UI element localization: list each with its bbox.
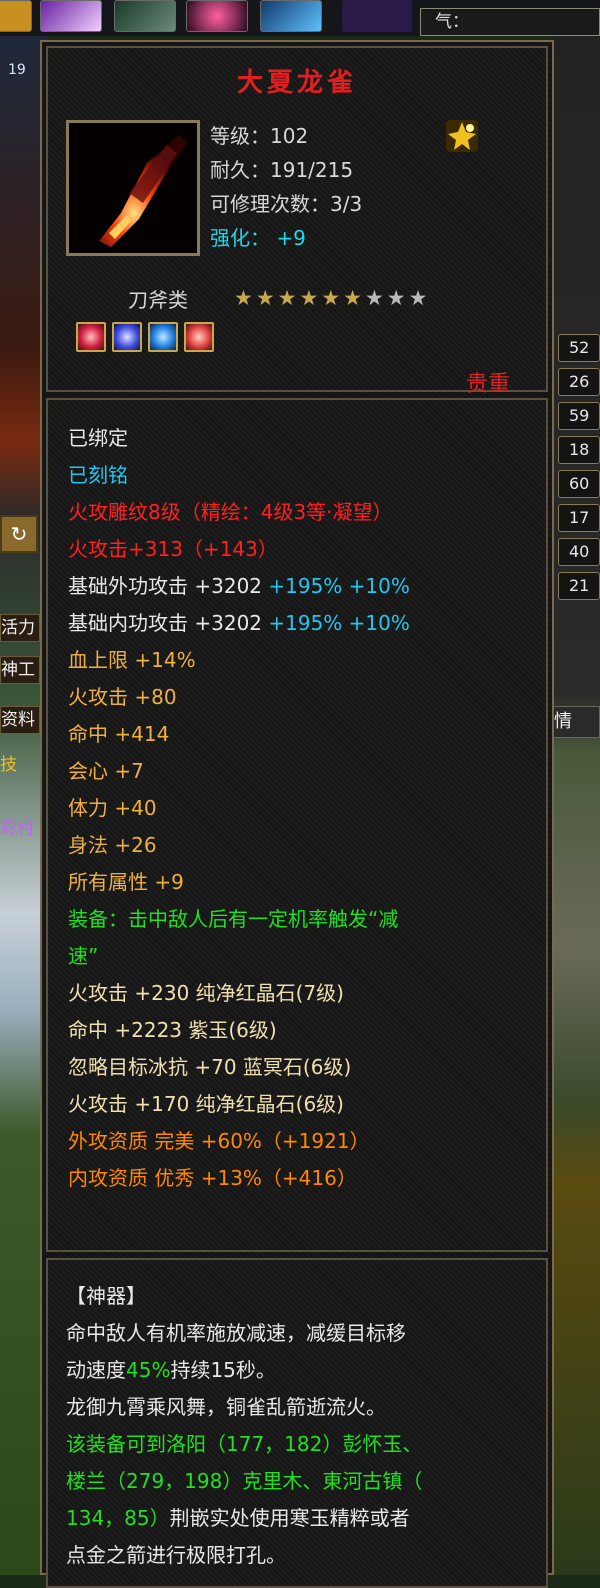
star-filled-icon: ★	[299, 286, 319, 310]
star-filled-icon: ★	[234, 286, 253, 310]
gem-attr-2: 命中 +2223 紫玉(6级)	[68, 1018, 277, 1042]
attr-fire: 火攻击 +80	[68, 685, 177, 709]
side-tab-vitality[interactable]: 活力	[0, 614, 40, 642]
side-stat-value: 59	[558, 402, 600, 430]
background-scene-right	[552, 0, 600, 1575]
artifact-header: 【神器】	[66, 1284, 146, 1308]
tooltip-header-panel: 大夏龙雀 等级：102 耐久：191/215 可修理次数：3/3 强化： +9 …	[46, 46, 548, 397]
skill-slot-icon[interactable]	[40, 0, 102, 32]
artifact-poem: 龙御九霄乘风舞，铜雀乱箭逝流火。	[66, 1395, 386, 1419]
base-inner-attack: 基础内功攻击 +3202 +195% +10%	[68, 607, 410, 636]
red-gem-icon[interactable]	[76, 322, 106, 352]
attr-stamina: 体力 +40	[68, 796, 157, 820]
gem-attr-4: 火攻击 +170 纯净红晶石(6级)	[68, 1092, 344, 1116]
item-name: 大夏龙雀	[236, 68, 357, 98]
star-rating: ★ ★ ★ ★ ★ ★ ★ ★ ★	[234, 286, 428, 310]
attr-all: 所有属性 +9	[68, 870, 184, 894]
fire-attack-main: 火攻击+313（+143）	[68, 537, 278, 561]
artifact-location-coords: 134，85）	[66, 1506, 170, 1530]
side-stat-value: 26	[558, 368, 600, 396]
side-stat-value: 18	[558, 436, 600, 464]
gem-sockets	[76, 322, 214, 352]
skill-slot-icon[interactable]	[0, 0, 32, 32]
side-stat-value: 60	[558, 470, 600, 498]
item-durability: 耐久：191/215	[210, 158, 354, 182]
blade-icon	[69, 123, 197, 253]
item-repair-count: 可修理次数：3/3	[210, 192, 363, 216]
artifact-location-3: 134，85）荆嵌实处使用寒玉精粹或者	[66, 1500, 528, 1537]
quality-outer: 外攻资质 完美 +60%（+1921）	[68, 1129, 370, 1153]
tooltip-attributes-panel: 已绑定 已刻铭 火攻雕纹8级（精绘：4级3等·凝望） 火攻击+313（+143）…	[46, 398, 548, 1252]
red-gem-icon[interactable]	[184, 322, 214, 352]
attr-crit: 会心 +7	[68, 759, 144, 783]
artifact-effect-cont: 动速度45%持续15秒。	[66, 1352, 528, 1389]
blue-gem-icon[interactable]	[112, 322, 142, 352]
engraved-status: 已刻铭	[68, 463, 128, 487]
star-empty-icon: ★	[364, 286, 384, 310]
star-empty-icon: ★	[386, 286, 406, 310]
quality-inner: 内攻资质 优秀 +13%（+416）	[68, 1166, 357, 1190]
enhance-label: 强化：	[210, 226, 270, 250]
skill-slot-icon[interactable]	[186, 0, 248, 32]
star-filled-icon: ★	[277, 286, 297, 310]
star-filled-icon: ★	[255, 286, 275, 310]
artifact-location-instruction: 荆嵌实处使用寒玉精粹或者	[169, 1506, 410, 1530]
artifact-text: 【神器】 命中敌人有机率施放减速，减缓目标移 动速度45%持续15秒。 龙御九霄…	[66, 1278, 528, 1574]
blue-gem-icon[interactable]	[148, 322, 178, 352]
carving-attr: 火攻雕纹8级（精绘：4级3等·凝望）	[68, 500, 393, 524]
bound-status: 已绑定	[68, 426, 128, 450]
item-enhance: 强化： +9	[210, 222, 306, 251]
attr-agility: 身法 +26	[68, 833, 157, 857]
side-tab-info[interactable]: 情	[553, 706, 600, 738]
artifact-location-4: 点金之箭进行极限打孔。	[66, 1543, 286, 1567]
base-outer-pct: +195% +10%	[268, 574, 410, 598]
skill-slot-icon[interactable]	[342, 0, 412, 32]
refresh-button[interactable]: ↻	[0, 515, 38, 553]
item-level: 等级：102	[210, 124, 309, 148]
skill-slot-icon[interactable]	[260, 0, 322, 32]
gem-attr-3: 忽略目标冰抗 +70 蓝冥石(6级)	[68, 1055, 352, 1079]
side-tab-craft[interactable]: 神工	[0, 656, 40, 684]
side-stat-value: 40	[558, 538, 600, 566]
artifact-effect-text: 动速度	[66, 1358, 126, 1382]
side-tab-profile[interactable]: 资料	[0, 706, 40, 734]
base-outer-attack: 基础外功攻击 +3202 +195% +10%	[68, 570, 410, 599]
attr-hp: 血上限 +14%	[68, 648, 196, 672]
map-label: 彩村	[0, 819, 34, 839]
item-icon[interactable]	[66, 120, 200, 256]
enhance-value: +9	[276, 226, 306, 250]
artifact-location-2: 楼兰（279，198）克里木、東河古镇（	[66, 1469, 423, 1493]
star-empty-icon: ★	[408, 286, 428, 310]
level-number: 19	[8, 62, 26, 78]
base-outer-value: 基础外功攻击 +3202	[68, 574, 263, 598]
base-inner-pct: +195% +10%	[268, 611, 410, 635]
star-filled-icon: ★	[343, 286, 362, 310]
skill-slot-icon[interactable]	[114, 0, 176, 32]
base-inner-value: 基础内功攻击 +3202	[68, 611, 263, 635]
side-stat-value: 17	[558, 504, 600, 532]
side-stat-value: 52	[558, 334, 600, 362]
artifact-effect: 命中敌人有机率施放减速，减缓目标移	[66, 1321, 406, 1345]
artifact-location-1: 该装备可到洛阳（177，182）彭怀玉、	[66, 1432, 423, 1456]
artifact-effect-pct: 45%	[126, 1358, 171, 1382]
top-skill-bar: 气：	[0, 0, 600, 36]
side-stat-value: 21	[558, 572, 600, 600]
gem-attr-1: 火攻击 +230 纯净红晶石(7级)	[68, 981, 344, 1005]
star-filled-icon: ★	[321, 286, 341, 310]
item-category: 刀斧类	[128, 288, 188, 312]
star-sparkle-icon	[446, 120, 478, 152]
equip-effect-cont: 速”	[68, 944, 99, 968]
item-tooltip: 大夏龙雀 等级：102 耐久：191/215 可修理次数：3/3 强化： +9 …	[40, 40, 554, 1588]
rarity-label: 贵重	[465, 372, 510, 397]
tooltip-artifact-panel: 【神器】 命中敌人有机率施放减速，减缓目标移 动速度45%持续15秒。 龙御九霄…	[46, 1258, 548, 1588]
equip-effect: 装备：击中敌人后有一定机率触发“减	[68, 907, 399, 931]
artifact-effect-duration: 持续15秒。	[170, 1358, 276, 1382]
attr-hit: 命中 +414	[68, 722, 170, 746]
side-tab-skill: 技	[0, 755, 17, 775]
qi-field: 气：	[420, 8, 600, 36]
